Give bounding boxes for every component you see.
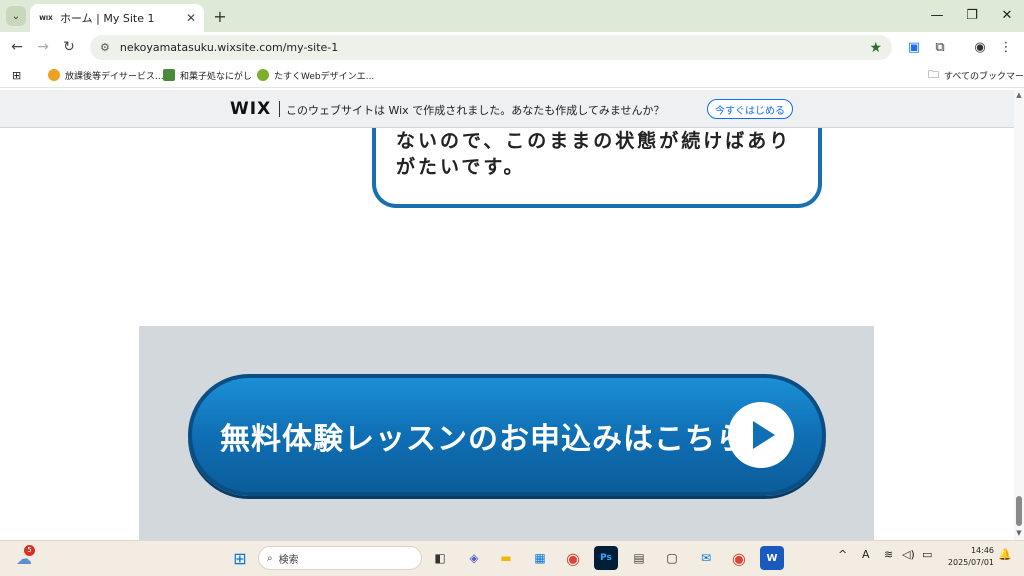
clock[interactable]: 14:46 2025/07/01 — [938, 545, 994, 569]
wix-banner-text: このウェブサイトは Wix で作成されました。あなたも作成してみませんか？ — [286, 104, 665, 117]
bubble-line: がたいです。 — [396, 156, 526, 178]
teams-icon[interactable]: ◈ — [462, 546, 486, 570]
bookmark-item[interactable]: 和菓子処なにがし — [163, 66, 252, 84]
store-icon[interactable]: ▦ — [528, 546, 552, 570]
bookmark-favicon-icon — [48, 69, 60, 81]
restore-button[interactable]: ❐ — [955, 4, 989, 26]
bookmark-label: たすくWebデザインエ... — [274, 71, 375, 82]
cast-icon[interactable]: ▣ — [904, 37, 924, 57]
clock-date: 2025/07/01 — [947, 558, 994, 567]
calculator-icon[interactable]: ▤ — [627, 546, 651, 570]
address-bar[interactable]: ⚙ nekoyamatasuku.wixsite.com/my-site-1 ★ — [90, 35, 892, 60]
search-icon: ⌕ — [267, 552, 273, 564]
volume-icon[interactable]: ◁) — [902, 548, 915, 561]
forward-icon[interactable]: → — [32, 36, 54, 58]
play-icon[interactable] — [728, 402, 794, 468]
scroll-up-icon[interactable]: ▲ — [1014, 91, 1024, 101]
start-icon[interactable]: ⊞ — [228, 546, 252, 570]
cta-label: 無料体験レッスンのお申込みはこちら — [220, 422, 747, 457]
bookmark-label: 和菓子処なにがし — [180, 71, 252, 82]
bookmark-favicon-icon — [257, 69, 269, 81]
outlook-icon[interactable]: ✉ — [694, 546, 718, 570]
word-icon[interactable]: W — [760, 546, 784, 570]
wix-logo: WIX — [230, 99, 272, 119]
profile-avatar[interactable]: ◉ — [970, 37, 990, 57]
bookmark-item[interactable]: たすくWebデザインエ... — [257, 66, 374, 84]
notification-badge: 5 — [24, 545, 35, 556]
chevron-up-icon[interactable]: ^ — [838, 548, 847, 561]
start-now-button[interactable]: 今すぐはじめる — [707, 99, 793, 119]
chrome-icon[interactable]: ◉ — [561, 546, 585, 570]
extensions-icon[interactable]: ⧉ — [930, 37, 950, 57]
folder-icon: 🗀 — [928, 67, 939, 81]
photoshop-icon[interactable]: Ps — [594, 546, 618, 570]
clock-time: 14:46 — [970, 546, 994, 555]
tab-search-button[interactable]: ⌄ — [6, 6, 26, 26]
new-tab-button[interactable]: + — [210, 6, 230, 26]
bookmark-label: 放課後等デイサービス... — [65, 71, 164, 82]
chrome-profile-icon[interactable]: ◉ — [727, 546, 751, 570]
menu-icon[interactable]: ⋮ — [996, 37, 1016, 57]
bookmark-favicon-icon — [163, 69, 175, 81]
reload-icon[interactable]: ↻ — [58, 36, 80, 58]
bookmark-item[interactable]: 放課後等デイサービス... — [48, 66, 164, 84]
minimize-button[interactable]: — — [920, 4, 954, 26]
wifi-icon[interactable]: ≋ — [884, 548, 893, 561]
task-view-icon[interactable]: ◧ — [428, 546, 452, 570]
bubble-text: ないので、このままの状態が続けばあり がたいです。 — [396, 128, 816, 180]
back-icon[interactable]: ← — [6, 36, 28, 58]
taskbar-search[interactable]: ⌕ 検索 — [258, 546, 422, 570]
file-explorer-icon[interactable]: ▬ — [494, 546, 518, 570]
scrollbar[interactable] — [1014, 90, 1024, 540]
page-content: ないので、このままの状態が続けばあり がたいです。 無料体験レッスンのお申込みは… — [0, 128, 1014, 540]
divider — [279, 101, 280, 117]
tab-title: ホーム | My Site 1 — [60, 12, 155, 25]
all-bookmarks-folder[interactable]: 🗀 すべてのブックマーク — [928, 66, 1024, 84]
close-window-button[interactable]: ✕ — [990, 4, 1024, 26]
bubble-line: ないので、このままの状態が続けばあり — [396, 130, 792, 152]
scroll-down-icon[interactable]: ▼ — [1014, 529, 1024, 539]
battery-icon[interactable]: ▭ — [922, 548, 932, 561]
notification-bell-icon[interactable]: 🔔 — [998, 548, 1012, 561]
ime-icon[interactable]: A — [862, 548, 870, 561]
search-placeholder: 検索 — [278, 554, 299, 566]
url-text: nekoyamatasuku.wixsite.com/my-site-1 — [119, 41, 339, 54]
bookmark-star-icon[interactable]: ★ — [869, 40, 882, 56]
app-icon[interactable]: ▢ — [660, 546, 684, 570]
wix-favicon-icon: WIX — [39, 14, 53, 22]
close-tab-icon[interactable]: ✕ — [186, 11, 196, 25]
browser-tab[interactable]: WIX ホーム | My Site 1 ✕ — [30, 4, 204, 32]
apps-icon[interactable]: ⊞ — [12, 66, 21, 84]
scrollbar-thumb[interactable] — [1016, 496, 1022, 526]
site-info-icon[interactable]: ⚙ — [100, 41, 110, 54]
all-bookmarks-label: すべてのブックマーク — [944, 71, 1024, 82]
